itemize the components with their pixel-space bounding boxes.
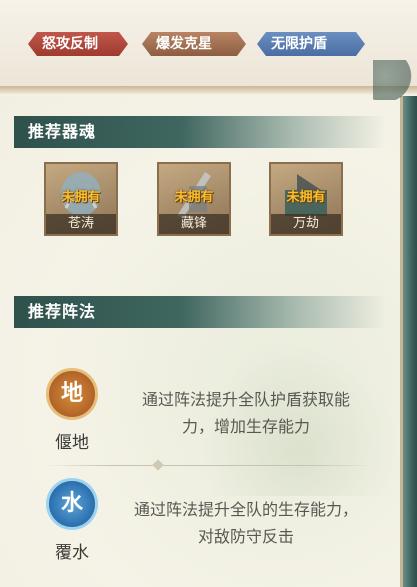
soul-card-cangfeng[interactable]: 未拥有 藏锋 xyxy=(157,162,231,236)
top-banner: 怒攻反制 爆发克星 无限护盾 xyxy=(0,0,417,94)
soul-card-cangtao[interactable]: 未拥有 苍涛 xyxy=(44,162,118,236)
emblem-glyph: 水 xyxy=(60,491,83,516)
soul-name: 藏锋 xyxy=(159,214,229,234)
formation-description: 通过阵法提升全队护盾获取能力，增加生存能力 xyxy=(141,390,350,436)
formation-item-fushui[interactable]: 水 覆水 通过阵法提升全队的生存能力，对敌防守反击 xyxy=(0,478,400,568)
souls-section-header: 推荐器魂 xyxy=(14,116,386,148)
frame-right xyxy=(403,96,417,587)
soul-status: 未拥有 xyxy=(174,190,214,205)
formation-name: 覆水 xyxy=(55,543,89,563)
formation-name: 偃地 xyxy=(55,433,89,453)
banner-edge xyxy=(0,86,417,94)
soul-status: 未拥有 xyxy=(286,190,326,205)
soul-name: 万劫 xyxy=(271,214,341,234)
formation-item-yandi[interactable]: 地 偃地 通过阵法提升全队护盾获取能力，增加生存能力 xyxy=(0,368,400,458)
tag-burst-nemesis: 爆发克星 xyxy=(142,32,246,56)
emblem-glyph: 地 xyxy=(60,381,83,406)
earth-emblem-icon: 地 xyxy=(46,368,98,420)
formation-section-title: 推荐阵法 xyxy=(28,302,97,321)
soul-status: 未拥有 xyxy=(61,190,101,205)
formation-description: 通过阵法提升全队的生存能力，对敌防守反击 xyxy=(133,500,358,546)
soul-name: 苍涛 xyxy=(46,214,116,234)
divider xyxy=(44,465,374,466)
tag-infinite-shield: 无限护盾 xyxy=(257,32,365,56)
formation-section-header: 推荐阵法 xyxy=(14,296,386,328)
soul-card-wanjie[interactable]: 未拥有 万劫 xyxy=(269,162,343,236)
leaf-decoration-icon xyxy=(373,60,413,100)
tag-anger-counter: 怒攻反制 xyxy=(28,32,128,56)
souls-section-title: 推荐器魂 xyxy=(28,122,97,141)
water-emblem-icon: 水 xyxy=(46,478,98,530)
